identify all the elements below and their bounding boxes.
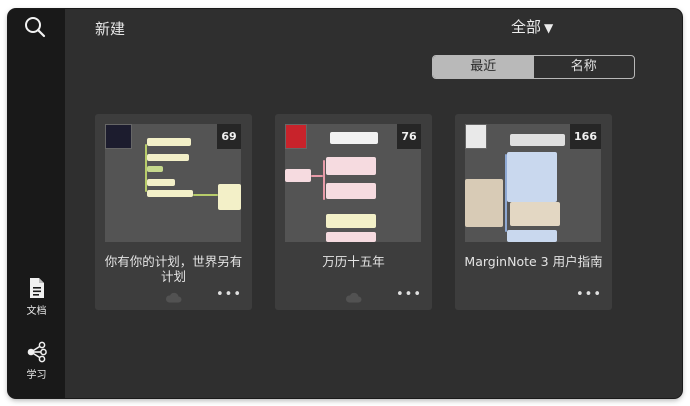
notebook-title: MarginNote 3 用户指南	[464, 254, 603, 269]
chevron-down-icon: ▼	[544, 21, 554, 35]
sort-segmented-control: 最近 名称	[432, 55, 635, 79]
sidebar-item-documents[interactable]: 文档	[8, 277, 65, 317]
notebook-title: 万历十五年	[322, 254, 385, 269]
notebook-card[interactable]: 76 万历十五年 •••	[275, 114, 432, 310]
card-count-badge: 69	[217, 124, 241, 149]
card-count-badge: 76	[397, 124, 421, 149]
sidebar: 文档 学习	[8, 9, 65, 398]
more-options-button[interactable]: •••	[396, 288, 422, 301]
more-options-button[interactable]: •••	[216, 288, 242, 301]
cloud-icon	[345, 292, 362, 303]
share-graph-icon	[27, 341, 47, 363]
notebook-card[interactable]: 166 MarginNote 3 用户指南 •••	[455, 114, 612, 310]
notebook-title: 你有你的计划，世界另有计划	[104, 254, 243, 284]
notebook-thumbnail: 76	[285, 124, 421, 242]
book-cover	[285, 124, 307, 149]
book-cover	[105, 124, 132, 149]
sidebar-item-label: 文档	[26, 306, 47, 317]
card-count-badge: 166	[570, 124, 601, 149]
new-button[interactable]: 新建	[95, 18, 125, 39]
sidebar-item-label: 学习	[26, 370, 47, 381]
sidebar-item-study[interactable]: 学习	[8, 341, 65, 381]
notebook-card[interactable]: 69 你有你的计划，世界另有计划 •••	[95, 114, 252, 310]
sort-recent-tab[interactable]: 最近	[433, 56, 534, 78]
more-options-button[interactable]: •••	[576, 288, 602, 301]
notebook-thumbnail: 166	[465, 124, 601, 242]
document-icon	[29, 278, 44, 298]
search-icon[interactable]	[23, 15, 47, 39]
main-area: 新建 全部 ▼ 最近 名称 69 你有你的计划，世界另有计划 ••• 76 万历…	[65, 9, 682, 398]
cloud-icon	[165, 292, 182, 303]
app-window: 文档 学习 新建 全部 ▼ 最近 名称 69 你有你的计划，世界另有计划 •••…	[8, 9, 682, 398]
filter-label: 全部	[511, 18, 542, 36]
sort-name-tab[interactable]: 名称	[534, 56, 635, 78]
filter-dropdown[interactable]: 全部 ▼	[511, 16, 553, 37]
notebook-thumbnail: 69	[105, 124, 241, 242]
book-cover	[465, 124, 487, 149]
